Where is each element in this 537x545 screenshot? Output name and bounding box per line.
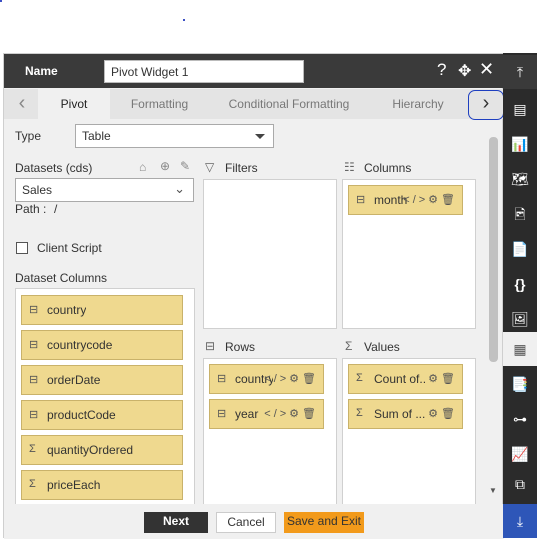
map-icon[interactable]: 🗺 bbox=[503, 162, 537, 196]
dataset-columns-label: Dataset Columns bbox=[15, 271, 108, 285]
tab-bar: ‹ Pivot Formatting Conditional Formattin… bbox=[4, 89, 504, 120]
path-label: Path : bbox=[15, 202, 47, 216]
table-icon: ⊟ bbox=[29, 339, 39, 351]
tab-conditional-formatting[interactable]: Conditional Formatting bbox=[214, 89, 364, 119]
values-chip-sum[interactable]: Σ Sum of ... ⚙🗑 bbox=[348, 399, 463, 429]
column-item-quantityordered[interactable]: Σ quantityOrdered bbox=[21, 435, 183, 465]
widget-rail: ⤒ ▤ 📊 🗺 🖻 📄 {} 🖼 ▦ 📑 ⊶ 📈 ⧉ ⤓ bbox=[503, 53, 537, 538]
table-icon: ⊟ bbox=[217, 408, 227, 420]
sigma-icon: Σ bbox=[29, 478, 36, 490]
vertical-scrollbar[interactable]: ▼ bbox=[487, 134, 500, 497]
chip-actions[interactable]: ⚙🗑 bbox=[428, 407, 458, 420]
pivot-icon[interactable]: ▦ bbox=[503, 332, 537, 366]
columns-chip-month[interactable]: ⊟ month </>⚙🗑 bbox=[348, 185, 463, 215]
chip-actions[interactable]: </>⚙🗑 bbox=[403, 193, 458, 206]
chip-actions[interactable]: </>⚙🗑 bbox=[264, 407, 319, 420]
columns-label: Columns bbox=[364, 161, 412, 175]
dialog-footer: Next Cancel Save and Exit bbox=[4, 504, 504, 539]
arrow-down-bar-icon[interactable]: ⤓ bbox=[503, 504, 537, 538]
table-icon: ⊟ bbox=[217, 373, 227, 385]
table-icon: ⊟ bbox=[356, 194, 366, 206]
column-item-countrycode[interactable]: ⊟ countrycode bbox=[21, 330, 183, 360]
table-icon: ⊟ bbox=[29, 374, 39, 386]
client-script-checkbox[interactable] bbox=[16, 242, 28, 254]
datasets-label: Datasets (cds) bbox=[15, 161, 93, 175]
tab-formatting[interactable]: Formatting bbox=[112, 89, 207, 119]
column-item-orderdate[interactable]: ⊟ orderDate bbox=[21, 365, 183, 395]
edit-icon[interactable]: ✎ bbox=[180, 159, 190, 173]
help-icon[interactable]: ? bbox=[437, 60, 446, 80]
values-label: Values bbox=[364, 340, 400, 354]
rows-drop-zone[interactable]: ⊟ country </>⚙🗑 ⊟ year </>⚙🗑 bbox=[203, 358, 337, 504]
next-button[interactable]: Next bbox=[144, 512, 208, 533]
path-value: / bbox=[54, 202, 58, 216]
table-widget-icon[interactable]: ▤ bbox=[503, 92, 537, 126]
picture-icon[interactable]: 🖼 bbox=[503, 302, 537, 336]
tab-prev-icon[interactable]: ‹ bbox=[6, 89, 38, 119]
cancel-button[interactable]: Cancel bbox=[216, 512, 276, 533]
scroll-down-icon[interactable]: ▼ bbox=[489, 486, 497, 495]
sigma-icon: Σ bbox=[356, 372, 363, 384]
annotation-circle bbox=[468, 90, 504, 120]
rows-label: Rows bbox=[225, 340, 256, 354]
name-label: Name bbox=[25, 64, 58, 78]
save-and-exit-button[interactable]: Save and Exit bbox=[284, 512, 364, 533]
document-icon[interactable]: 📄 bbox=[503, 232, 537, 266]
home-icon[interactable]: ⌂ bbox=[139, 160, 146, 174]
tab-hierarchy[interactable]: Hierarchy bbox=[376, 89, 460, 119]
rows-chip-country[interactable]: ⊟ country </>⚙🗑 bbox=[209, 364, 324, 394]
line-chart-icon[interactable]: 📈 bbox=[503, 437, 537, 471]
client-script-label: Client Script bbox=[37, 241, 102, 255]
dataset-columns-list: ⊟ country ⊟ countrycode ⊟ orderDate ⊟ pr… bbox=[15, 288, 195, 504]
arrow-up-bar-icon[interactable]: ⤒ bbox=[503, 55, 537, 89]
chip-actions[interactable]: ⚙🗑 bbox=[428, 372, 458, 385]
filters-drop-zone[interactable] bbox=[203, 179, 337, 329]
add-circle-icon[interactable]: ⊕ bbox=[160, 159, 170, 173]
type-select[interactable]: Table bbox=[75, 124, 274, 148]
chart-icon[interactable]: 📊 bbox=[503, 127, 537, 161]
hierarchy-icon[interactable]: ⊶ bbox=[503, 402, 537, 436]
filter-icon: ▽ bbox=[205, 160, 215, 174]
dataset-select[interactable]: Sales ⌄ bbox=[15, 178, 194, 202]
columns-icon: ☷ bbox=[344, 160, 355, 174]
pivot-widget-dialog: Name ? ✥ ✕ ‹ Pivot Formatting Conditiona… bbox=[3, 53, 504, 539]
columns-drop-zone[interactable]: ⊟ month </>⚙🗑 bbox=[342, 179, 476, 329]
column-item-country[interactable]: ⊟ country bbox=[21, 295, 183, 325]
rows-chip-year[interactable]: ⊟ year </>⚙🗑 bbox=[209, 399, 324, 429]
tab-pivot[interactable]: Pivot bbox=[38, 89, 110, 119]
column-item-productcode[interactable]: ⊟ productCode bbox=[21, 400, 183, 430]
table-icon: ⊟ bbox=[29, 409, 39, 421]
chevron-down-icon: ⌄ bbox=[174, 181, 185, 196]
sigma-icon: Σ bbox=[29, 443, 36, 455]
sigma-icon: Σ bbox=[345, 339, 353, 353]
scrollbar-thumb[interactable] bbox=[489, 137, 498, 362]
widget-name-input[interactable] bbox=[104, 60, 304, 83]
dataset-select-value: Sales bbox=[22, 183, 53, 197]
chevron-down-icon bbox=[255, 134, 265, 139]
type-label: Type bbox=[15, 129, 42, 143]
table-icon: ⊟ bbox=[29, 304, 39, 316]
image-doc-icon[interactable]: 🖻 bbox=[503, 197, 537, 231]
move-icon[interactable]: ✥ bbox=[458, 61, 471, 81]
close-icon[interactable]: ✕ bbox=[479, 59, 494, 80]
type-select-value: Table bbox=[82, 129, 111, 143]
chip-actions[interactable]: </>⚙🗑 bbox=[264, 372, 319, 385]
filters-label: Filters bbox=[225, 161, 258, 175]
dialog-header: Name ? ✥ ✕ bbox=[4, 54, 504, 88]
values-chip-count[interactable]: Σ Count of... ⚙🗑 bbox=[348, 364, 463, 394]
column-item-priceeach[interactable]: Σ priceEach bbox=[21, 470, 183, 500]
report-icon[interactable]: 📑 bbox=[503, 367, 537, 401]
rows-icon: ⊟ bbox=[205, 339, 216, 353]
values-drop-zone[interactable]: Σ Count of... ⚙🗑 Σ Sum of ... ⚙🗑 bbox=[342, 358, 476, 504]
copy-icon[interactable]: ⧉ bbox=[503, 467, 537, 501]
code-braces-icon[interactable]: {} bbox=[503, 267, 537, 301]
sigma-icon: Σ bbox=[356, 407, 363, 419]
